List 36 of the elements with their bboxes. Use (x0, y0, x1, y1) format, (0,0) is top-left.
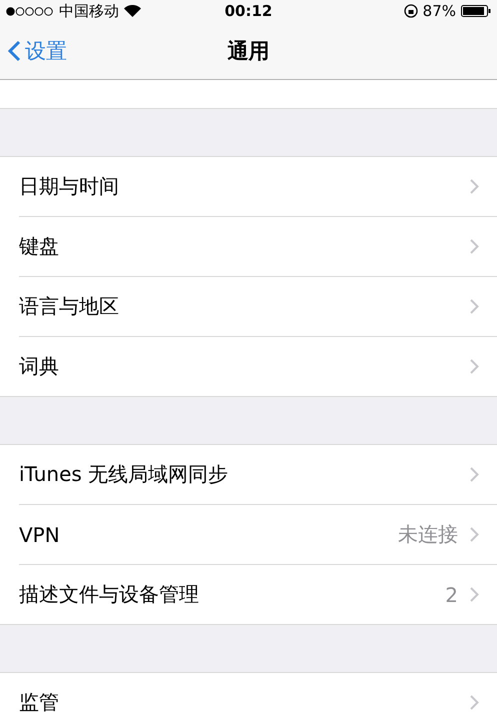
chevron-icon (470, 299, 479, 314)
battery-icon (461, 5, 491, 17)
chevron-icon (470, 695, 479, 710)
settings-row[interactable]: 监管 (19, 673, 497, 713)
settings-row[interactable]: 词典 (19, 337, 497, 396)
settings-row[interactable]: 日期与时间 (19, 157, 497, 217)
chevron-icon (470, 239, 479, 254)
row-value: 2 (445, 582, 458, 606)
wifi-icon (124, 5, 141, 17)
chevron-icon (470, 467, 479, 482)
settings-row[interactable]: VPN 未连接 (19, 505, 497, 565)
carrier-name: 中国移动 (59, 2, 119, 20)
row-label: VPN (19, 522, 61, 546)
settings-row[interactable]: iTunes 无线局域网同步 (19, 445, 497, 505)
status-time: 00:12 (224, 2, 272, 20)
battery-percent: 87% (422, 2, 456, 20)
row-label: 监管 (19, 689, 60, 713)
back-button[interactable]: 设置 (0, 36, 75, 64)
settings-row[interactable]: 键盘 (19, 217, 497, 277)
signal-icon (6, 6, 54, 16)
chevron-icon (470, 359, 479, 374)
row-label: 描述文件与设备管理 (19, 581, 200, 608)
chevron-icon (470, 527, 479, 542)
rotation-lock-icon (404, 4, 418, 18)
page-title: 通用 (228, 38, 270, 64)
back-chevron-icon (8, 40, 21, 62)
row-label: iTunes 无线局域网同步 (19, 461, 230, 488)
row-label: 键盘 (19, 233, 60, 260)
settings-row[interactable]: 语言与地区 (19, 277, 497, 337)
chevron-icon (470, 179, 479, 194)
row-value: 未连接 (398, 521, 458, 548)
settings-row[interactable]: 描述文件与设备管理 2 (19, 565, 497, 624)
row-label: 语言与地区 (19, 293, 120, 320)
chevron-icon (470, 587, 479, 602)
row-label: 日期与时间 (19, 173, 120, 200)
row-label: 词典 (19, 353, 60, 380)
